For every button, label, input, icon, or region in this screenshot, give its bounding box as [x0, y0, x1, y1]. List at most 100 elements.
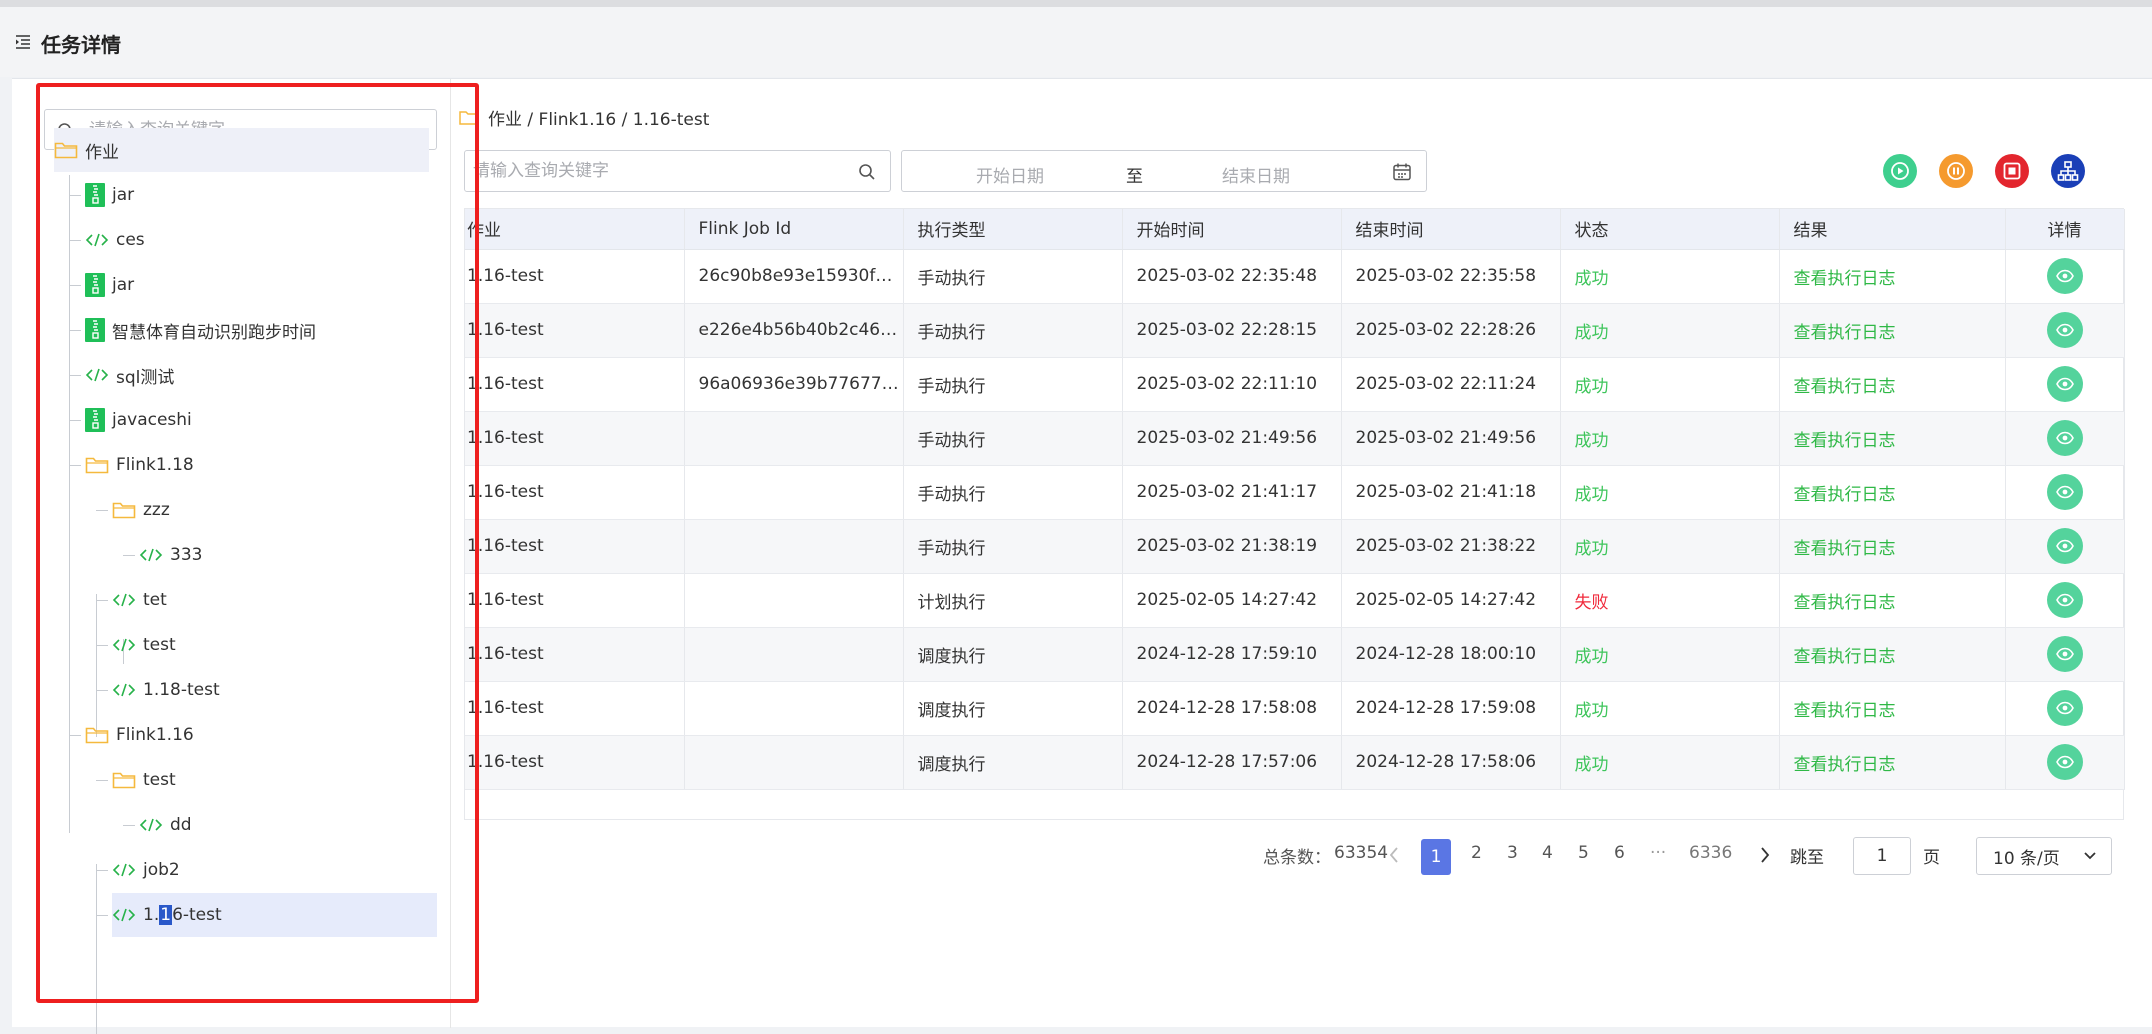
- tree-node-10[interactable]: tet: [112, 578, 167, 622]
- column-header: 结果: [1779, 209, 2006, 250]
- tree-node-12[interactable]: 1.18-test: [112, 668, 220, 712]
- cell-end: 2025-03-02 22:28:26: [1341, 303, 1561, 358]
- tree-node-selected[interactable]: 1.16-test: [112, 893, 437, 937]
- date-range-picker[interactable]: 开始日期 至 结束日期: [901, 150, 1427, 192]
- stop-icon: [2003, 162, 2021, 180]
- chevron-right-icon[interactable]: [1759, 846, 1771, 864]
- cell-result[interactable]: 查看执行日志: [1779, 303, 2006, 358]
- tree-node-2[interactable]: ces: [85, 218, 145, 262]
- tree-node-16[interactable]: job2: [112, 848, 180, 892]
- page-1[interactable]: 1: [1421, 839, 1451, 875]
- cell-result[interactable]: 查看执行日志: [1779, 627, 2006, 682]
- tree-node-label: sql测试: [116, 367, 175, 388]
- run-button[interactable]: [1883, 154, 1917, 188]
- tree-node-15[interactable]: dd: [139, 803, 192, 847]
- tree-node-11[interactable]: test: [112, 623, 176, 667]
- tree-node-7[interactable]: Flink1.18: [85, 443, 194, 487]
- tree-node-root[interactable]: 作业: [54, 128, 429, 172]
- start-date-input[interactable]: 开始日期: [976, 162, 1044, 187]
- cell-start: 2025-03-02 22:28:15: [1122, 303, 1342, 358]
- cell-job: 1.16-test: [465, 411, 685, 466]
- job-tree-panel: 作业 jar ces jar 智慧体育自动识别跑步时间 sql测试 javaceshi Fli…: [12, 79, 451, 1034]
- job-search-box[interactable]: [464, 150, 891, 192]
- view-details-button[interactable]: [2046, 420, 2083, 456]
- cell-start: 2025-03-02 22:11:10: [1122, 357, 1342, 412]
- page-size-select[interactable]: 10 条/页: [1976, 837, 2112, 875]
- cell-jobid: 96a06936e39b77677…: [684, 357, 904, 412]
- eye-icon: [2055, 647, 2074, 661]
- page-6[interactable]: 6: [1614, 843, 1625, 863]
- cell-result[interactable]: 查看执行日志: [1779, 465, 2006, 520]
- page-2[interactable]: 2: [1471, 843, 1482, 863]
- view-details-button[interactable]: [2046, 474, 2083, 510]
- cell-result[interactable]: 查看执行日志: [1779, 357, 2006, 412]
- cell-result[interactable]: 查看执行日志: [1779, 411, 2006, 466]
- page-header: 任务详情: [0, 7, 2152, 77]
- code-icon: [139, 547, 163, 563]
- goto-page-input[interactable]: 1: [1853, 837, 1911, 875]
- tree-node-9[interactable]: 333: [139, 533, 202, 577]
- cell-type: 手动执行: [903, 465, 1123, 520]
- tree-connector-line: [96, 780, 108, 781]
- cell-result[interactable]: 查看执行日志: [1779, 573, 2006, 628]
- tree-node-8[interactable]: zzz: [112, 488, 170, 532]
- lineage-button[interactable]: [2051, 154, 2085, 188]
- tree-connector-line: [69, 420, 81, 421]
- tree-connector-line: [123, 555, 135, 556]
- eye-icon: [2055, 593, 2074, 607]
- eye-icon: [2055, 701, 2074, 715]
- tree-node-14[interactable]: test: [112, 758, 176, 802]
- cell-status: 成功: [1560, 411, 1780, 466]
- page-5[interactable]: 5: [1578, 843, 1589, 863]
- cell-job: 1.16-test: [465, 735, 685, 790]
- search-icon[interactable]: [858, 163, 876, 181]
- view-details-button[interactable]: [2046, 636, 2083, 672]
- tree-node-13[interactable]: Flink1.16: [85, 713, 194, 757]
- cell-details: [2005, 735, 2125, 790]
- view-details-button[interactable]: [2046, 366, 2083, 402]
- pause-button[interactable]: [1939, 154, 1973, 188]
- view-details-button[interactable]: [2046, 258, 2083, 294]
- calendar-icon[interactable]: [1392, 162, 1412, 182]
- page-ellipsis[interactable]: ···: [1650, 843, 1666, 863]
- end-date-input[interactable]: 结束日期: [1222, 162, 1290, 187]
- view-details-button[interactable]: [2046, 690, 2083, 726]
- view-details-button[interactable]: [2046, 528, 2083, 564]
- cell-result[interactable]: 查看执行日志: [1779, 249, 2006, 304]
- code-icon: [112, 682, 136, 698]
- page-last[interactable]: 6336: [1689, 843, 1732, 863]
- menu-fold-icon[interactable]: [14, 33, 32, 51]
- cell-end: 2024-12-28 18:00:10: [1341, 627, 1561, 682]
- tree-node-label: Flink1.16: [116, 725, 194, 745]
- job-search-input[interactable]: [473, 157, 843, 185]
- page-4[interactable]: 4: [1542, 843, 1553, 863]
- code-icon: [85, 367, 109, 383]
- eye-icon: [2055, 485, 2074, 499]
- cell-result[interactable]: 查看执行日志: [1779, 519, 2006, 574]
- cell-status: 成功: [1560, 519, 1780, 574]
- cell-job: 1.16-test: [465, 249, 685, 304]
- page-3[interactable]: 3: [1507, 843, 1518, 863]
- tree-node-6[interactable]: javaceshi: [85, 398, 192, 442]
- stop-button[interactable]: [1995, 154, 2029, 188]
- tree-node-5[interactable]: sql测试: [85, 353, 174, 397]
- cell-status: 成功: [1560, 357, 1780, 412]
- folder-icon: [54, 141, 78, 159]
- tree-connector-line: [123, 825, 135, 826]
- cell-job: 1.16-test: [465, 573, 685, 628]
- chevron-left-icon[interactable]: [1388, 846, 1400, 864]
- view-details-button[interactable]: [2046, 582, 2083, 618]
- tree-connector-line: [96, 600, 108, 601]
- tree-node-3[interactable]: jar: [85, 263, 134, 307]
- page-title: 任务详情: [41, 33, 121, 57]
- tree-connector-line: [69, 195, 81, 196]
- cell-type: 手动执行: [903, 249, 1123, 304]
- view-details-button[interactable]: [2046, 312, 2083, 348]
- tree-node-4[interactable]: 智慧体育自动识别跑步时间: [85, 308, 316, 352]
- view-details-button[interactable]: [2046, 744, 2083, 780]
- cell-result[interactable]: 查看执行日志: [1779, 681, 2006, 736]
- total-count: 63354: [1334, 843, 1389, 863]
- code-icon: [112, 862, 136, 878]
- cell-result[interactable]: 查看执行日志: [1779, 735, 2006, 790]
- tree-node-1[interactable]: jar: [85, 173, 134, 217]
